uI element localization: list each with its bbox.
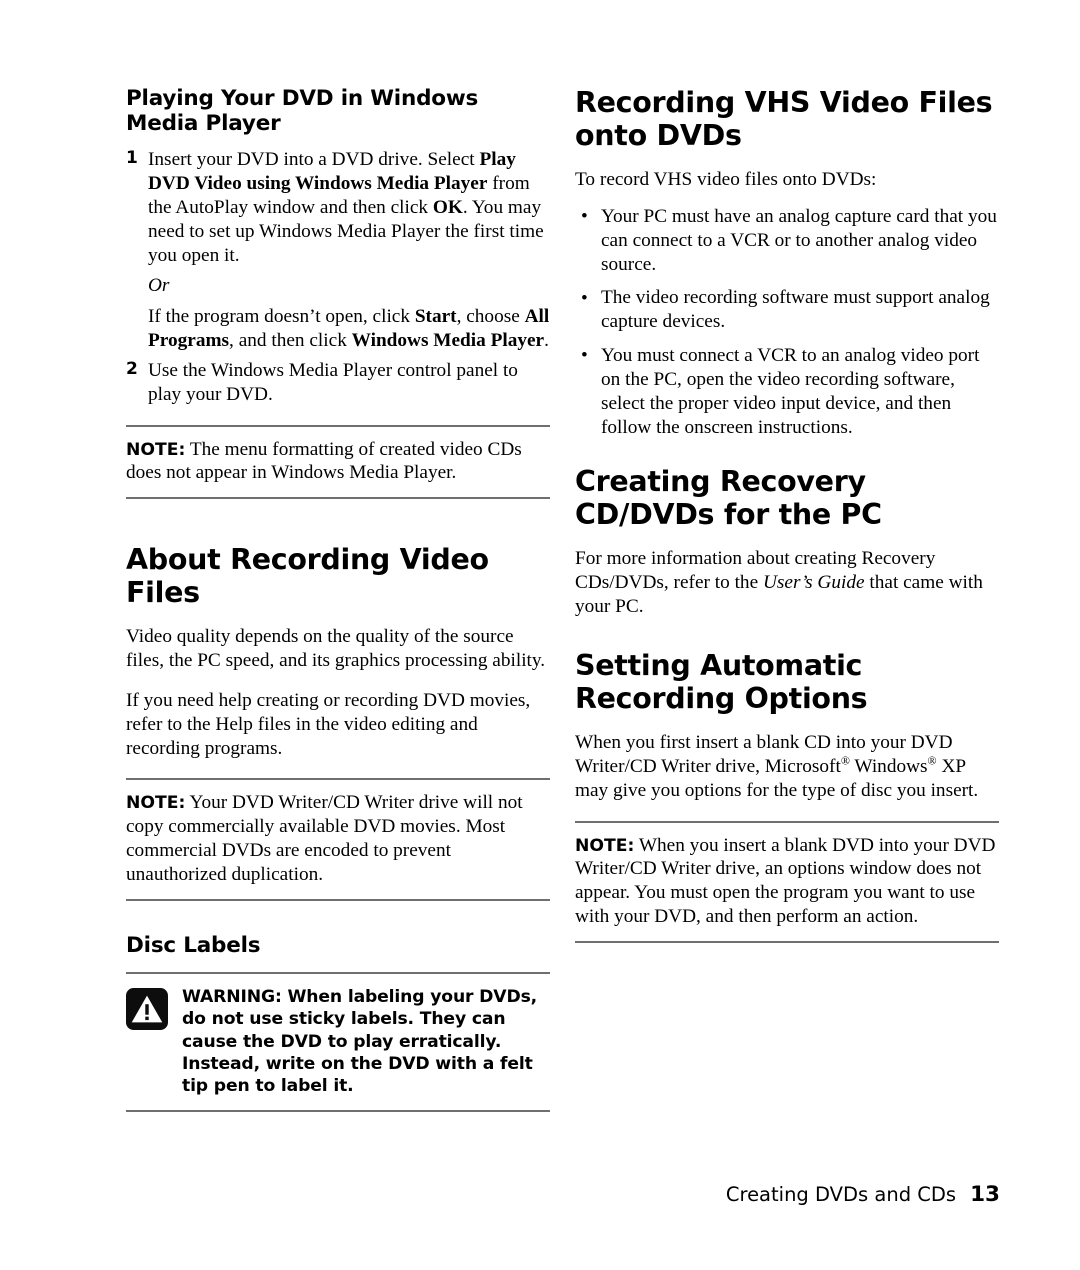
auto-text-part: Windows [849, 755, 928, 777]
or-separator-label: Or [148, 275, 170, 297]
bullet-text: You must connect a VCR to an analog vide… [601, 345, 980, 438]
page-number: 13 [970, 1182, 1000, 1207]
list-item: • Your PC must have an analog capture ca… [575, 205, 999, 276]
note-text: The menu formatting of created video CDs… [126, 438, 522, 484]
note-paragraph: NOTE: The menu formatting of created vid… [126, 438, 550, 486]
step-text: Insert your DVD into a DVD drive. Select… [148, 149, 544, 265]
list-item: • You must connect a VCR to an analog vi… [575, 344, 999, 439]
step-number: 2 [126, 358, 138, 379]
registered-trademark-icon: ® [927, 753, 937, 768]
step-number: 1 [126, 148, 138, 169]
list-item: 1 Insert your DVD into a DVD drive. Sele… [126, 148, 550, 353]
left-column: Playing Your DVD in Windows Media Player… [126, 86, 550, 1112]
heading-disc-labels: Disc Labels [126, 932, 261, 958]
document-page: Playing Your DVD in Windows Media Player… [0, 0, 1080, 1270]
note-text: Your DVD Writer/CD Writer drive will not… [126, 792, 523, 885]
vertical-spacer [575, 439, 999, 465]
list-item: 2 Use the Windows Media Player control p… [126, 359, 550, 407]
alt-text-part: , and then click [229, 330, 352, 352]
step-text-part: Insert your DVD into a DVD drive. Select [148, 149, 480, 171]
numbered-steps-list: 1 Insert your DVD into a DVD drive. Sele… [126, 148, 550, 406]
paragraph-recovery-info: For more information about creating Reco… [575, 547, 999, 618]
warning-triangle-icon [126, 987, 168, 1030]
step-text: Use the Windows Media Player control pan… [148, 359, 518, 405]
note-box-wmp-formatting: NOTE: The menu formatting of created vid… [126, 424, 550, 500]
note-label: NOTE: [126, 439, 186, 460]
recovery-italic-users-guide: User’s Guide [762, 572, 865, 594]
vertical-spacer [126, 517, 550, 543]
bullet-icon: • [581, 206, 588, 228]
paragraph-vhs-intro: To record VHS video files onto DVDs: [575, 169, 877, 191]
heading-playing-dvd: Playing Your DVD in Windows Media Player [126, 86, 479, 137]
note-label: NOTE: [575, 835, 635, 856]
alt-bold-wmp: Windows Media Player [351, 330, 545, 352]
bullet-text: Your PC must have an analog capture card… [601, 205, 997, 275]
paragraph-video-quality: Video quality depends on the quality of … [126, 626, 546, 672]
step-bold-ok: OK [432, 196, 463, 218]
registered-trademark-icon: ® [840, 753, 850, 768]
note-box-blank-dvd: NOTE: When you insert a blank DVD into y… [575, 820, 999, 943]
heading-creating-recovery: Creating Recovery CD/DVDs for the PC [575, 465, 882, 532]
note-text: When you insert a blank DVD into your DV… [575, 834, 996, 928]
alt-text-part: If the program doesn’t open, click [148, 306, 415, 328]
warning-text: WARNING: When labeling your DVDs, do not… [182, 986, 538, 1097]
heading-recording-vhs: Recording VHS Video Files onto DVDs [575, 86, 993, 153]
bullet-icon: • [581, 345, 588, 367]
note-paragraph: NOTE: When you insert a blank DVD into y… [575, 834, 999, 929]
right-column: Recording VHS Video Files onto DVDs To r… [575, 86, 999, 961]
bullet-text: The video recording software must suppor… [601, 287, 990, 333]
paragraph-need-help: If you need help creating or recording D… [126, 689, 531, 759]
list-item: • The video recording software must supp… [575, 286, 999, 334]
page-footer: Creating DVDs and CDs 13 [0, 1182, 1000, 1207]
paragraph-auto-options: When you first insert a blank CD into yo… [575, 731, 999, 802]
heading-setting-automatic: Setting Automatic Recording Options [575, 648, 868, 715]
warning-box-disc-labels: WARNING: When labeling your DVDs, do not… [126, 971, 550, 1112]
note-label: NOTE: [126, 793, 186, 814]
footer-chapter-title: Creating DVDs and CDs [725, 1183, 957, 1206]
note-box-commercial-dvds: NOTE: Your DVD Writer/CD Writer drive wi… [126, 778, 550, 901]
alt-text-part: . [544, 330, 549, 352]
vhs-requirements-list: • Your PC must have an analog capture ca… [575, 205, 999, 439]
bullet-icon: • [581, 287, 588, 309]
alt-bold-start: Start [414, 306, 457, 328]
vertical-spacer [126, 919, 550, 933]
step-alternate-text: If the program doesn’t open, click Start… [148, 305, 550, 353]
note-paragraph: NOTE: Your DVD Writer/CD Writer drive wi… [126, 791, 550, 886]
vertical-spacer [575, 635, 999, 649]
heading-about-recording: About Recording Video Files [126, 543, 489, 610]
alt-text-part: , choose [456, 306, 525, 328]
